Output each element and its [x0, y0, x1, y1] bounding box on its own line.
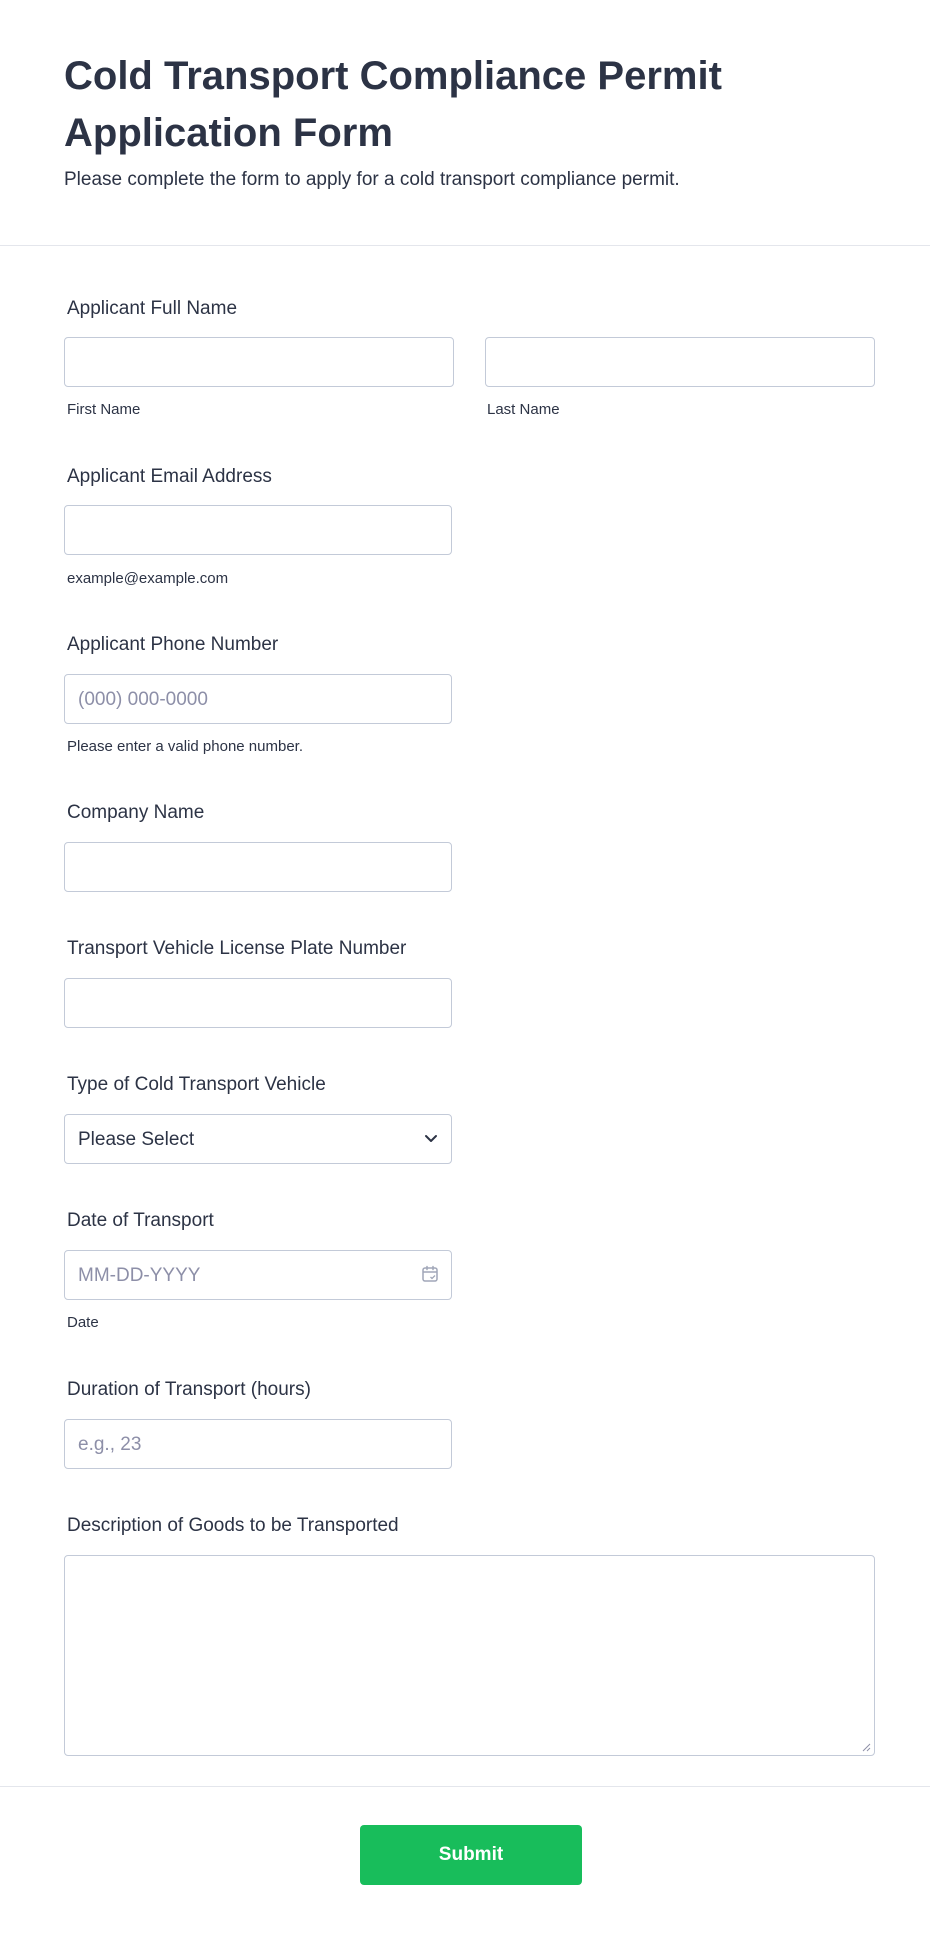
first-name-sublabel: First Name [67, 401, 141, 418]
duration-placeholder: e.g., 23 [78, 1434, 142, 1455]
date-placeholder: MM-DD-YYYY [78, 1265, 201, 1286]
email-label: Applicant Email Address [67, 466, 272, 487]
full-name-label: Applicant Full Name [67, 298, 238, 319]
description-textarea[interactable] [64, 1555, 875, 1756]
phone-input[interactable]: (000) 000-0000 [64, 674, 452, 724]
date-label: Date of Transport [67, 1210, 214, 1231]
company-label: Company Name [67, 802, 205, 823]
vehicle-type-label: Type of Cold Transport Vehicle [67, 1074, 326, 1095]
submit-button[interactable]: Submit [360, 1825, 582, 1885]
resize-handle-icon[interactable] [861, 1742, 871, 1752]
company-input[interactable] [64, 842, 452, 892]
form-subtitle: Please complete the form to apply for a … [64, 169, 680, 190]
date-sublabel: Date [67, 1314, 99, 1331]
form-title: Cold Transport Compliance Permit Applica… [64, 54, 722, 155]
plate-label: Transport Vehicle License Plate Number [67, 938, 407, 959]
email-input[interactable] [64, 505, 452, 555]
form-header: Cold Transport Compliance Permit Applica… [0, 0, 930, 246]
form-page: Cold Transport Compliance Permit Applica… [0, 0, 930, 1933]
chevron-down-icon [425, 1135, 437, 1142]
phone-placeholder: (000) 000-0000 [78, 689, 208, 710]
last-name-input[interactable] [485, 337, 875, 387]
description-label: Description of Goods to be Transported [67, 1515, 399, 1536]
duration-label: Duration of Transport (hours) [67, 1379, 311, 1400]
last-name-sublabel: Last Name [487, 401, 560, 418]
plate-input[interactable] [64, 978, 452, 1028]
footer-divider [0, 1786, 930, 1787]
phone-sublabel: Please enter a valid phone number. [67, 738, 303, 755]
date-input[interactable]: MM-DD-YYYY [64, 1250, 452, 1300]
first-name-input[interactable] [64, 337, 454, 387]
calendar-icon[interactable] [421, 1265, 439, 1283]
duration-input[interactable]: e.g., 23 [64, 1419, 452, 1469]
vehicle-type-select[interactable]: Please Select [64, 1114, 452, 1164]
vehicle-type-selected: Please Select [78, 1129, 195, 1150]
email-sublabel: example@example.com [67, 570, 229, 587]
phone-label: Applicant Phone Number [67, 634, 279, 655]
